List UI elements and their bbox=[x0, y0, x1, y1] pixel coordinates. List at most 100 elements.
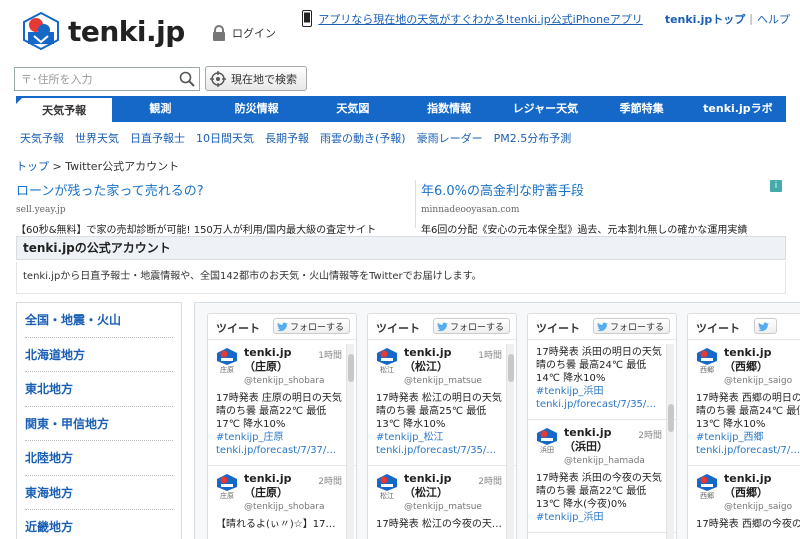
ad-right[interactable]: 年6.0%の高金利な貯蓄手段 minnadeooyasan.com 年6回の分配… bbox=[421, 180, 747, 236]
follow-button[interactable] bbox=[754, 318, 777, 334]
avatar[interactable]: 西郷 bbox=[696, 474, 718, 500]
tenkijp-top-link[interactable]: tenki.jpトップ bbox=[665, 11, 745, 27]
sidebar-item-kinki[interactable]: 近畿地方 bbox=[25, 510, 173, 539]
avatar[interactable]: 庄原 bbox=[216, 348, 238, 374]
avatar-caption: 松江 bbox=[380, 366, 394, 374]
timeline-body[interactable]: 17時発表 浜田の明日の天気 晴のち曇 最高24℃ 最低14℃ 降水10% #t… bbox=[528, 340, 676, 539]
tweet-text: 17時発表 松江の今夜の天… bbox=[376, 519, 502, 530]
subnav-forecast[interactable]: 天気予報 bbox=[20, 130, 64, 146]
tweet-hashtag[interactable]: #tenkijp_浜田 bbox=[536, 385, 662, 398]
follow-button[interactable]: フォローする bbox=[592, 318, 670, 334]
nav-weather-map[interactable]: 天気図 bbox=[305, 96, 401, 122]
sidebar-item-national[interactable]: 全国・地震・火山 bbox=[25, 303, 173, 338]
timeline-title: ツイート bbox=[696, 322, 740, 335]
ad-title[interactable]: 年6.0%の高金利な貯蓄手段 bbox=[421, 180, 747, 199]
tweet-time[interactable]: 1時間 bbox=[318, 348, 342, 361]
tweet-author[interactable]: tenki.jp（庄原） bbox=[244, 472, 312, 500]
nav-observation[interactable]: 観測 bbox=[112, 96, 208, 122]
sidebar-item-kanto-koshin[interactable]: 関東・甲信地方 bbox=[25, 407, 173, 441]
nav-seasonal[interactable]: 季節特集 bbox=[594, 96, 690, 122]
tweet-time[interactable]: 1時間 bbox=[478, 348, 502, 361]
follow-button[interactable]: フォローする bbox=[272, 318, 350, 334]
tweet-link[interactable]: tenki.jp/forecast/7/35/… bbox=[536, 398, 662, 411]
timeline-body[interactable]: 庄原 tenki.jp（庄原） 1時間 @tenkijp_shobara 17時… bbox=[208, 340, 356, 539]
nav-leisure-weather[interactable]: レジャー天気 bbox=[497, 96, 593, 122]
tweet-author[interactable]: tenki.jp（浜田） bbox=[564, 426, 632, 454]
timeline-scrollbar[interactable] bbox=[666, 344, 674, 539]
tweet-handle[interactable]: @tenkijp_saigo bbox=[724, 502, 800, 512]
subnav-pm25[interactable]: PM2.5分布予測 bbox=[494, 130, 572, 146]
subnav-forecaster-diary[interactable]: 日直予報士 bbox=[130, 130, 185, 146]
tweet[interactable]: 西郷 tenki.jp（西郷） @tenkijp_saigo 17時発表 西郷の… bbox=[688, 340, 800, 466]
timeline-scrollbar[interactable] bbox=[346, 344, 354, 539]
tweet-link[interactable]: tenki.jp/forecast/7/… bbox=[696, 444, 800, 457]
tweet[interactable]: 浜田 tenki.jp（浜田） 2時間 @tenkijp_hamada 17時発… bbox=[528, 420, 676, 533]
breadcrumb-home[interactable]: トップ bbox=[16, 160, 49, 173]
timeline-scrollbar[interactable] bbox=[506, 344, 514, 539]
subnav-heavy-rain-radar[interactable]: 豪雨レーダー bbox=[417, 130, 483, 146]
avatar[interactable]: 西郷 bbox=[696, 348, 718, 374]
tweet-time[interactable]: 2時間 bbox=[478, 474, 502, 487]
tweet-hashtag[interactable]: #tenkijp_庄原 bbox=[216, 431, 342, 444]
tweet[interactable]: 松江 tenki.jp（松江） 2時間 @tenkijp_matsue 17時発… bbox=[368, 466, 516, 539]
tweet-handle[interactable]: @tenkijp_shobara bbox=[244, 502, 342, 512]
tweet-time[interactable]: 2時間 bbox=[318, 474, 342, 487]
tweet-handle[interactable]: @tenkijp_hamada bbox=[564, 456, 662, 466]
iphone-app-link[interactable]: アプリなら現在地の天気がすぐわかる!tenki.jp公式iPhoneアプリ bbox=[318, 11, 643, 27]
avatar[interactable]: 庄原 bbox=[216, 474, 238, 500]
tweet-hashtag[interactable]: #tenkijp_松江 bbox=[376, 431, 502, 444]
tweet-link[interactable]: tenki.jp/forecast/7/37/… bbox=[216, 444, 342, 457]
scrollbar-thumb[interactable] bbox=[348, 354, 354, 382]
tweet-handle[interactable]: @tenkijp_shobara bbox=[244, 376, 342, 386]
timeline-header: ツイート フォローする bbox=[368, 314, 516, 340]
timeline-body[interactable]: 松江 tenki.jp（松江） 1時間 @tenkijp_matsue 17時発… bbox=[368, 340, 516, 539]
tweet-link[interactable]: tenki.jp/forecast/7/35/… bbox=[376, 444, 502, 457]
sidebar-item-hokuriku[interactable]: 北陸地方 bbox=[25, 441, 173, 476]
search-icon[interactable] bbox=[179, 71, 195, 87]
tweet-author[interactable]: tenki.jp（西郷） bbox=[724, 472, 792, 500]
follow-button[interactable]: フォローする bbox=[432, 318, 510, 334]
tweet-author[interactable]: tenki.jp（松江） bbox=[404, 346, 472, 374]
help-link[interactable]: ヘルプ bbox=[757, 11, 790, 27]
ad-left[interactable]: ローンが残った家って売れるの? sell.yeay.jp 【60秒&無料】で家の… bbox=[16, 180, 376, 236]
address-search-input[interactable] bbox=[15, 68, 175, 90]
tweet-hashtag[interactable]: #tenkijp_西郷 bbox=[696, 431, 800, 444]
tweet[interactable]: 松江 tenki.jp（松江） 1時間 @tenkijp_matsue 17時発… bbox=[368, 340, 516, 466]
avatar[interactable]: 松江 bbox=[376, 474, 398, 500]
tweet-handle[interactable]: @tenkijp_saigo bbox=[724, 376, 800, 386]
site-logo[interactable]: tenki.jp bbox=[22, 12, 185, 50]
subnav-rain-cloud[interactable]: 雨雲の動き(予報) bbox=[320, 130, 406, 146]
tweet-hashtag[interactable]: #tenkijp_浜田 bbox=[536, 511, 662, 524]
nav-tenkijp-labo[interactable]: tenki.jpラボ bbox=[690, 96, 786, 122]
tweet-text: 17時発表 浜田の明日の天気 晴のち曇 最高24℃ 最低14℃ 降水10% bbox=[536, 347, 662, 384]
tweet-handle[interactable]: @tenkijp_matsue bbox=[404, 502, 502, 512]
subnav-world-weather[interactable]: 世界天気 bbox=[75, 130, 119, 146]
subnav-long-range[interactable]: 長期予報 bbox=[265, 130, 309, 146]
sidebar-item-tohoku[interactable]: 東北地方 bbox=[25, 372, 173, 407]
ad-info-icon[interactable]: i bbox=[770, 180, 782, 192]
scrollbar-thumb[interactable] bbox=[668, 404, 674, 432]
subnav-10day[interactable]: 10日間天気 bbox=[196, 130, 254, 146]
tweet[interactable]: 庄原 tenki.jp（庄原） 1時間 @tenkijp_shobara 17時… bbox=[208, 340, 356, 466]
tweet-author[interactable]: tenki.jp（西郷） bbox=[724, 346, 792, 374]
current-location-search-button[interactable]: 現在地で検索 bbox=[205, 66, 307, 91]
timeline-body[interactable]: 西郷 tenki.jp（西郷） @tenkijp_saigo 17時発表 西郷の… bbox=[688, 340, 800, 539]
sidebar-item-hokkaido[interactable]: 北海道地方 bbox=[25, 338, 173, 372]
nav-disaster-info[interactable]: 防災情報 bbox=[209, 96, 305, 122]
tweet-time[interactable]: 2時間 bbox=[638, 428, 662, 441]
tweet[interactable]: 西郷 tenki.jp（西郷） @tenkijp_saigo 17時発表 西郷の… bbox=[688, 466, 800, 539]
ad-title[interactable]: ローンが残った家って売れるの? bbox=[16, 180, 376, 199]
sidebar-item-tokai[interactable]: 東海地方 bbox=[25, 476, 173, 510]
tweet-author[interactable]: tenki.jp（松江） bbox=[404, 472, 472, 500]
nav-weather-forecast[interactable]: 天気予報 bbox=[16, 96, 113, 122]
tweet-author[interactable]: tenki.jp（庄原） bbox=[244, 346, 312, 374]
nav-index-info[interactable]: 指数情報 bbox=[401, 96, 497, 122]
avatar[interactable]: 松江 bbox=[376, 348, 398, 374]
tweet[interactable]: 庄原 tenki.jp（庄原） 2時間 @tenkijp_shobara 【晴れ… bbox=[208, 466, 356, 539]
breadcrumb-separator: > bbox=[52, 160, 62, 173]
login-link[interactable]: ログイン bbox=[212, 25, 276, 41]
tweet-handle[interactable]: @tenkijp_matsue bbox=[404, 376, 502, 386]
avatar[interactable]: 浜田 bbox=[536, 428, 558, 454]
scrollbar-thumb[interactable] bbox=[508, 354, 514, 382]
tweet[interactable]: 17時発表 浜田の明日の天気 晴のち曇 最高24℃ 最低14℃ 降水10% #t… bbox=[528, 340, 676, 420]
